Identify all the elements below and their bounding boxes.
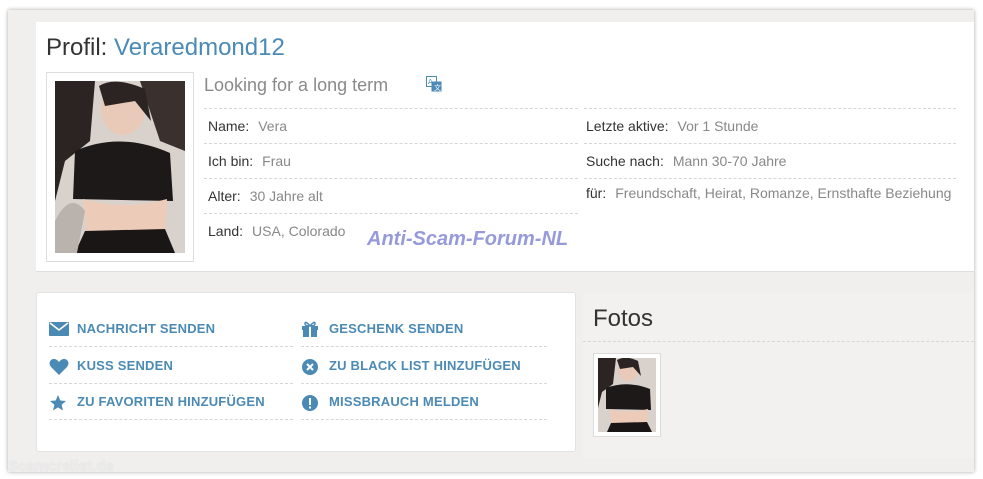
footer-watermark: Scamcrelist.de <box>8 458 114 475</box>
svg-text:文: 文 <box>434 83 441 92</box>
add-to-favorites-button[interactable]: ZU FAVORITEN HINZUFÜGEN <box>49 384 293 420</box>
detail-row-name: Name: Vera <box>204 108 578 143</box>
details-right: Letzte aktive: Vor 1 Stunde Suche nach: Ma… <box>584 108 956 216</box>
photo-thumbnail[interactable] <box>593 353 661 437</box>
detail-row-gender: Ich bin: Frau <box>204 143 578 178</box>
photos-section: Fotos <box>583 293 974 458</box>
envelope-icon <box>49 321 69 337</box>
details-left: Name: Vera Ich bin: Frau Alter: 30 Jahre al… <box>204 108 578 248</box>
heart-icon <box>49 358 69 375</box>
svg-text:A: A <box>428 78 433 86</box>
actions-panel: NACHRICHT SENDEN GESCHENK SENDEN KUSS SE… <box>36 292 576 452</box>
add-to-blacklist-button[interactable]: ZU BLACK LIST HINZUFÜGEN <box>301 348 547 384</box>
detail-row-purpose: für: Freundschaft, Heirat, Romanze, Ernst… <box>584 178 956 216</box>
detail-row-looking-for: Suche nach: Mann 30-70 Jahre <box>584 143 956 178</box>
watermark-text: Anti-Scam-Forum-NL <box>367 228 569 250</box>
gift-icon <box>301 321 321 337</box>
profile-username: Veraredmond12 <box>114 34 285 61</box>
profile-photo[interactable] <box>46 72 194 262</box>
x-circle-icon <box>301 358 321 375</box>
photos-heading: Fotos <box>593 305 654 332</box>
star-icon <box>49 394 69 411</box>
detail-row-age: Alter: 30 Jahre alt <box>204 178 578 213</box>
send-message-button[interactable]: NACHRICHT SENDEN <box>49 311 293 347</box>
photo-thumbnail-image <box>598 358 656 432</box>
send-gift-button[interactable]: GESCHENK SENDEN <box>301 311 547 347</box>
title-prefix: Profil: <box>46 34 108 61</box>
divider <box>583 341 974 342</box>
profile-tagline: Looking for a long term <box>204 75 389 95</box>
profile-photo-image <box>55 81 185 253</box>
report-abuse-button[interactable]: MISSBRAUCH MELDEN <box>301 384 547 420</box>
page-title: Profil: Veraredmond12 <box>46 34 285 62</box>
send-kiss-button[interactable]: KUSS SENDEN <box>49 348 293 384</box>
alert-circle-icon <box>301 394 321 411</box>
translate-icon[interactable]: A 文 <box>426 76 442 92</box>
detail-row-last-active: Letzte aktive: Vor 1 Stunde <box>584 108 956 143</box>
